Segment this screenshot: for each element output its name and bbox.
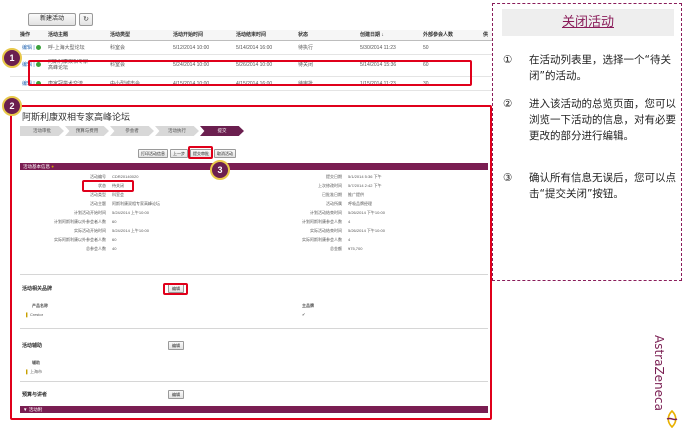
cell-type: 科室会 [110,45,126,51]
astrazeneca-symbol-icon [666,410,678,428]
col-header-end[interactable]: 活动结束时间 [236,30,266,41]
cell-external: 50 [423,45,429,51]
col-header-more[interactable]: 供 [483,30,488,41]
table-row[interactable]: 编辑 | 呼-上海大型论坛 科室会 5/12/2014 10:00 5/14/2… [10,41,492,55]
col-header-external[interactable]: 外部参会人数 [423,30,453,41]
instruction-text: 确认所有信息无误后，您可以点击“提交关闭”按钮。 [529,172,676,200]
instruction-text: 在活动列表里，选择一个“待关闭”的活动。 [529,54,671,82]
table-header-row: 操作 活动主题 活动类型 活动开始时间 活动结束时间 状态 创建日期 ↓ 外部参… [10,30,492,41]
submit-close-highlight [188,146,213,159]
astrazeneca-logo: AstraZeneca [652,335,666,411]
instructions-panel: 关闭活动 ① 在活动列表里，选择一个“待关闭”的活动。 ② 进入该活动的总览页面… [492,3,682,281]
cell-end: 5/14/2014 16:00 [236,45,273,51]
col-header-type[interactable]: 活动类型 [110,30,130,41]
col-header-topic[interactable]: 活动主题 [48,30,68,41]
refresh-icon[interactable]: ↻ [79,13,93,26]
edit-link[interactable]: 编辑 | [22,45,35,51]
selected-row-highlight [28,60,472,86]
step-badge-2: 2 [2,96,22,116]
instruction-number: ③ [503,172,513,184]
step-badge-3: 3 [210,160,230,180]
step-badge-1: 1 [2,48,22,68]
instruction-text: 进入该活动的总览页面，您可以浏览一下活动的信息，对有必要更改的部分进行编辑。 [529,98,676,142]
instructions-title: 关闭活动 [561,15,614,30]
cell-created: 5/30/2014 11:23 [360,45,396,51]
instructions-title-box: 关闭活动 [502,9,674,36]
col-header-status[interactable]: 状态 [298,30,308,41]
new-activity-button[interactable]: 新建活动 [28,13,76,26]
col-header-start[interactable]: 活动开始时间 [173,30,203,41]
instruction-number: ② [503,98,513,110]
brands-edit-highlight [163,283,188,295]
status-field-highlight [82,180,134,192]
col-header-created[interactable]: 创建日期 ↓ [360,30,384,41]
status-dot-icon [35,45,41,51]
col-header-action[interactable]: 操作 [20,30,30,41]
cell-topic[interactable]: 呼-上海大型论坛 [48,44,85,52]
detail-page-highlight [10,105,492,420]
instruction-number: ① [503,54,513,66]
cell-start: 5/12/2014 10:00 [173,45,210,51]
cell-status: 待执行 [298,45,314,51]
